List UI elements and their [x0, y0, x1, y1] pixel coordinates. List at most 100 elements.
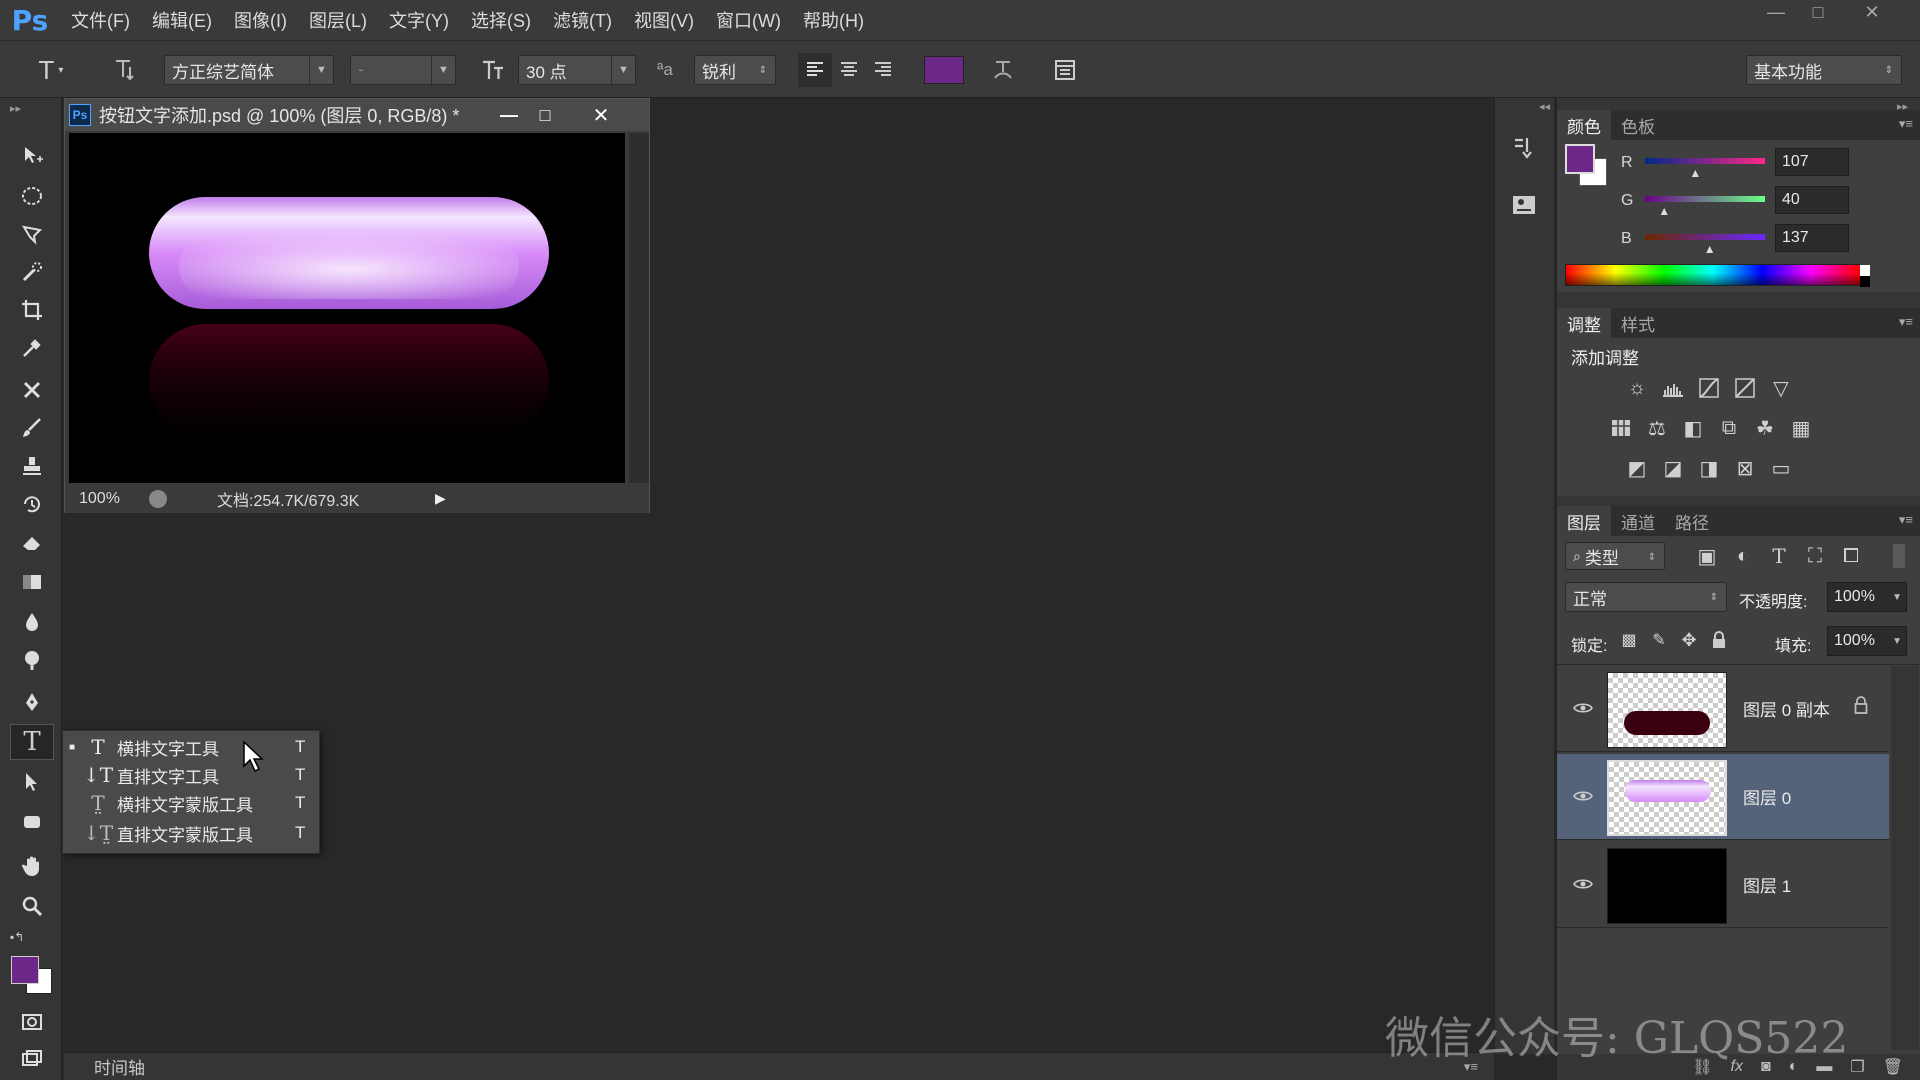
filter-shape-layers-icon[interactable]: ⛶: [1801, 542, 1829, 570]
vibrance-icon[interactable]: ▽: [1767, 374, 1795, 402]
brush-tool-icon[interactable]: [10, 410, 54, 446]
doc-close-button[interactable]: ✕: [581, 99, 621, 131]
font-size-select[interactable]: 30 点 ▼: [518, 55, 636, 85]
timeline-bar[interactable]: 时间轴 ▾≡: [64, 1052, 1494, 1080]
panel-menu-icon[interactable]: ▾≡: [1899, 512, 1913, 528]
r-slider-thumb[interactable]: ▲: [1689, 166, 1701, 180]
filter-adjustment-layers-icon[interactable]: ◐: [1729, 542, 1757, 570]
tab-channels[interactable]: 通道: [1611, 506, 1665, 536]
elliptical-marquee-icon[interactable]: [10, 178, 54, 214]
g-slider-track[interactable]: [1645, 196, 1765, 202]
foreground-color-swatch[interactable]: [11, 956, 39, 984]
eraser-tool-icon[interactable]: [10, 524, 54, 560]
menu-file[interactable]: 文件(F): [60, 0, 141, 40]
vertical-scrollbar[interactable]: [629, 133, 649, 483]
g-slider-thumb[interactable]: ▲: [1658, 204, 1670, 218]
r-value-input[interactable]: 107: [1775, 148, 1849, 176]
history-brush-icon[interactable]: [10, 486, 54, 522]
b-slider-track[interactable]: [1645, 234, 1765, 240]
properties-panel-icon[interactable]: [1509, 190, 1541, 222]
menu-select[interactable]: 选择(S): [460, 0, 542, 40]
visibility-eye-icon[interactable]: [1571, 784, 1595, 808]
selective-color-icon[interactable]: ⊠: [1731, 454, 1759, 482]
flyout-item-horizontal-type[interactable]: ■ T 横排文字工具 T: [63, 733, 319, 761]
default-colors-icon[interactable]: ▪↰: [10, 930, 24, 944]
workspace-select[interactable]: 基本功能 ⇕: [1746, 55, 1902, 85]
doc-minimize-button[interactable]: —: [491, 99, 527, 131]
tab-paths[interactable]: 路径: [1665, 506, 1719, 536]
crop-tool-icon[interactable]: [10, 292, 54, 328]
blend-mode-select[interactable]: 正常 ⇕: [1565, 582, 1727, 612]
lock-image-icon[interactable]: ✎: [1645, 626, 1673, 654]
b-value-input[interactable]: 137: [1775, 224, 1849, 252]
posterize-icon[interactable]: ◪: [1659, 454, 1687, 482]
layer-filter-select[interactable]: ⌕ 类型 ⇕: [1565, 542, 1665, 570]
invert-icon[interactable]: ◩: [1623, 454, 1651, 482]
visibility-eye-icon[interactable]: [1571, 872, 1595, 896]
align-center-icon[interactable]: [832, 53, 866, 87]
exposure-icon[interactable]: [1731, 374, 1759, 402]
menu-image[interactable]: 图像(I): [223, 0, 298, 40]
toggle-orientation-icon[interactable]: [108, 53, 142, 87]
flyout-item-vertical-type-mask[interactable]: ↓T̤ 直排文字蒙版工具 T: [63, 819, 319, 847]
flyout-item-horizontal-type-mask[interactable]: T̤ 横排文字蒙版工具 T: [63, 789, 319, 817]
color-spectrum-bar[interactable]: [1565, 264, 1870, 287]
dodge-tool-icon[interactable]: [10, 642, 54, 678]
flyout-item-vertical-type[interactable]: ↓T 直排文字工具 T: [63, 761, 319, 789]
r-slider-track[interactable]: [1645, 158, 1765, 164]
menu-help[interactable]: 帮助(H): [792, 0, 875, 40]
filter-type-layers-icon[interactable]: T: [1765, 542, 1793, 570]
layer-row-layer0-copy[interactable]: 图层 0 副本: [1557, 666, 1889, 752]
hand-tool-icon[interactable]: [10, 848, 54, 884]
character-panel-icon[interactable]: [1048, 53, 1082, 87]
warp-text-icon[interactable]: [986, 53, 1020, 87]
menu-edit[interactable]: 编辑(E): [141, 0, 223, 40]
font-family-select[interactable]: 方正综艺简体 ▼: [164, 55, 334, 85]
tab-adjustments[interactable]: 调整: [1557, 308, 1611, 338]
tab-color[interactable]: 颜色: [1557, 110, 1611, 140]
lock-position-icon[interactable]: ✥: [1675, 626, 1703, 654]
levels-icon[interactable]: [1659, 374, 1687, 402]
gradient-tool-icon[interactable]: [10, 564, 54, 600]
fill-input[interactable]: 100% ▼: [1827, 626, 1907, 656]
rectangle-tool-icon[interactable]: [10, 804, 54, 840]
font-style-select[interactable]: - ▼: [350, 55, 456, 85]
channel-mixer-icon[interactable]: ☘: [1751, 414, 1779, 442]
curves-icon[interactable]: [1695, 374, 1723, 402]
panel-menu-icon[interactable]: ▾≡: [1899, 314, 1913, 330]
black-white-icon[interactable]: ◧: [1679, 414, 1707, 442]
lock-transparent-icon[interactable]: ▩: [1615, 626, 1643, 654]
path-selection-icon[interactable]: [10, 764, 54, 800]
layer-row-layer0[interactable]: 图层 0: [1557, 754, 1889, 840]
align-right-icon[interactable]: [866, 53, 900, 87]
tab-styles[interactable]: 样式: [1611, 308, 1665, 338]
app-close-button[interactable]: ✕: [1852, 0, 1892, 24]
text-tool-preset-icon[interactable]: T ▾: [34, 53, 68, 87]
document-window[interactable]: Ps 按钮文字添加.psd @ 100% (图层 0, RGB/8) * — □…: [64, 98, 650, 513]
clone-stamp-icon[interactable]: [10, 448, 54, 484]
blur-tool-icon[interactable]: [10, 604, 54, 640]
filter-pixel-layers-icon[interactable]: ▣: [1693, 542, 1721, 570]
app-minimize-button[interactable]: —: [1756, 0, 1796, 24]
quick-mask-icon[interactable]: [10, 1004, 54, 1040]
tab-layers[interactable]: 图层: [1557, 506, 1611, 536]
screen-mode-icon[interactable]: [10, 1042, 54, 1078]
healing-brush-icon[interactable]: [10, 372, 54, 408]
gradient-map-icon[interactable]: ▭: [1767, 454, 1795, 482]
move-tool-icon[interactable]: [10, 138, 54, 174]
g-value-input[interactable]: 40: [1775, 186, 1849, 214]
history-panel-icon[interactable]: [1509, 134, 1541, 166]
app-maximize-button[interactable]: □: [1798, 0, 1838, 24]
status-menu-arrow-icon[interactable]: ▶: [435, 490, 446, 507]
doc-maximize-button[interactable]: □: [527, 99, 563, 131]
canvas[interactable]: [69, 133, 625, 483]
lasso-tool-icon[interactable]: [10, 216, 54, 252]
threshold-icon[interactable]: ◨: [1695, 454, 1723, 482]
layers-scrollbar[interactable]: [1891, 666, 1919, 1050]
text-color-swatch[interactable]: [924, 56, 964, 84]
new-layer-icon[interactable]: ❐: [1850, 1057, 1864, 1077]
eyedropper-icon[interactable]: [10, 330, 54, 366]
quick-selection-icon[interactable]: [10, 254, 54, 290]
text-tool-icon[interactable]: T: [10, 724, 54, 760]
delete-layer-icon[interactable]: 🗑: [1883, 1057, 1903, 1077]
